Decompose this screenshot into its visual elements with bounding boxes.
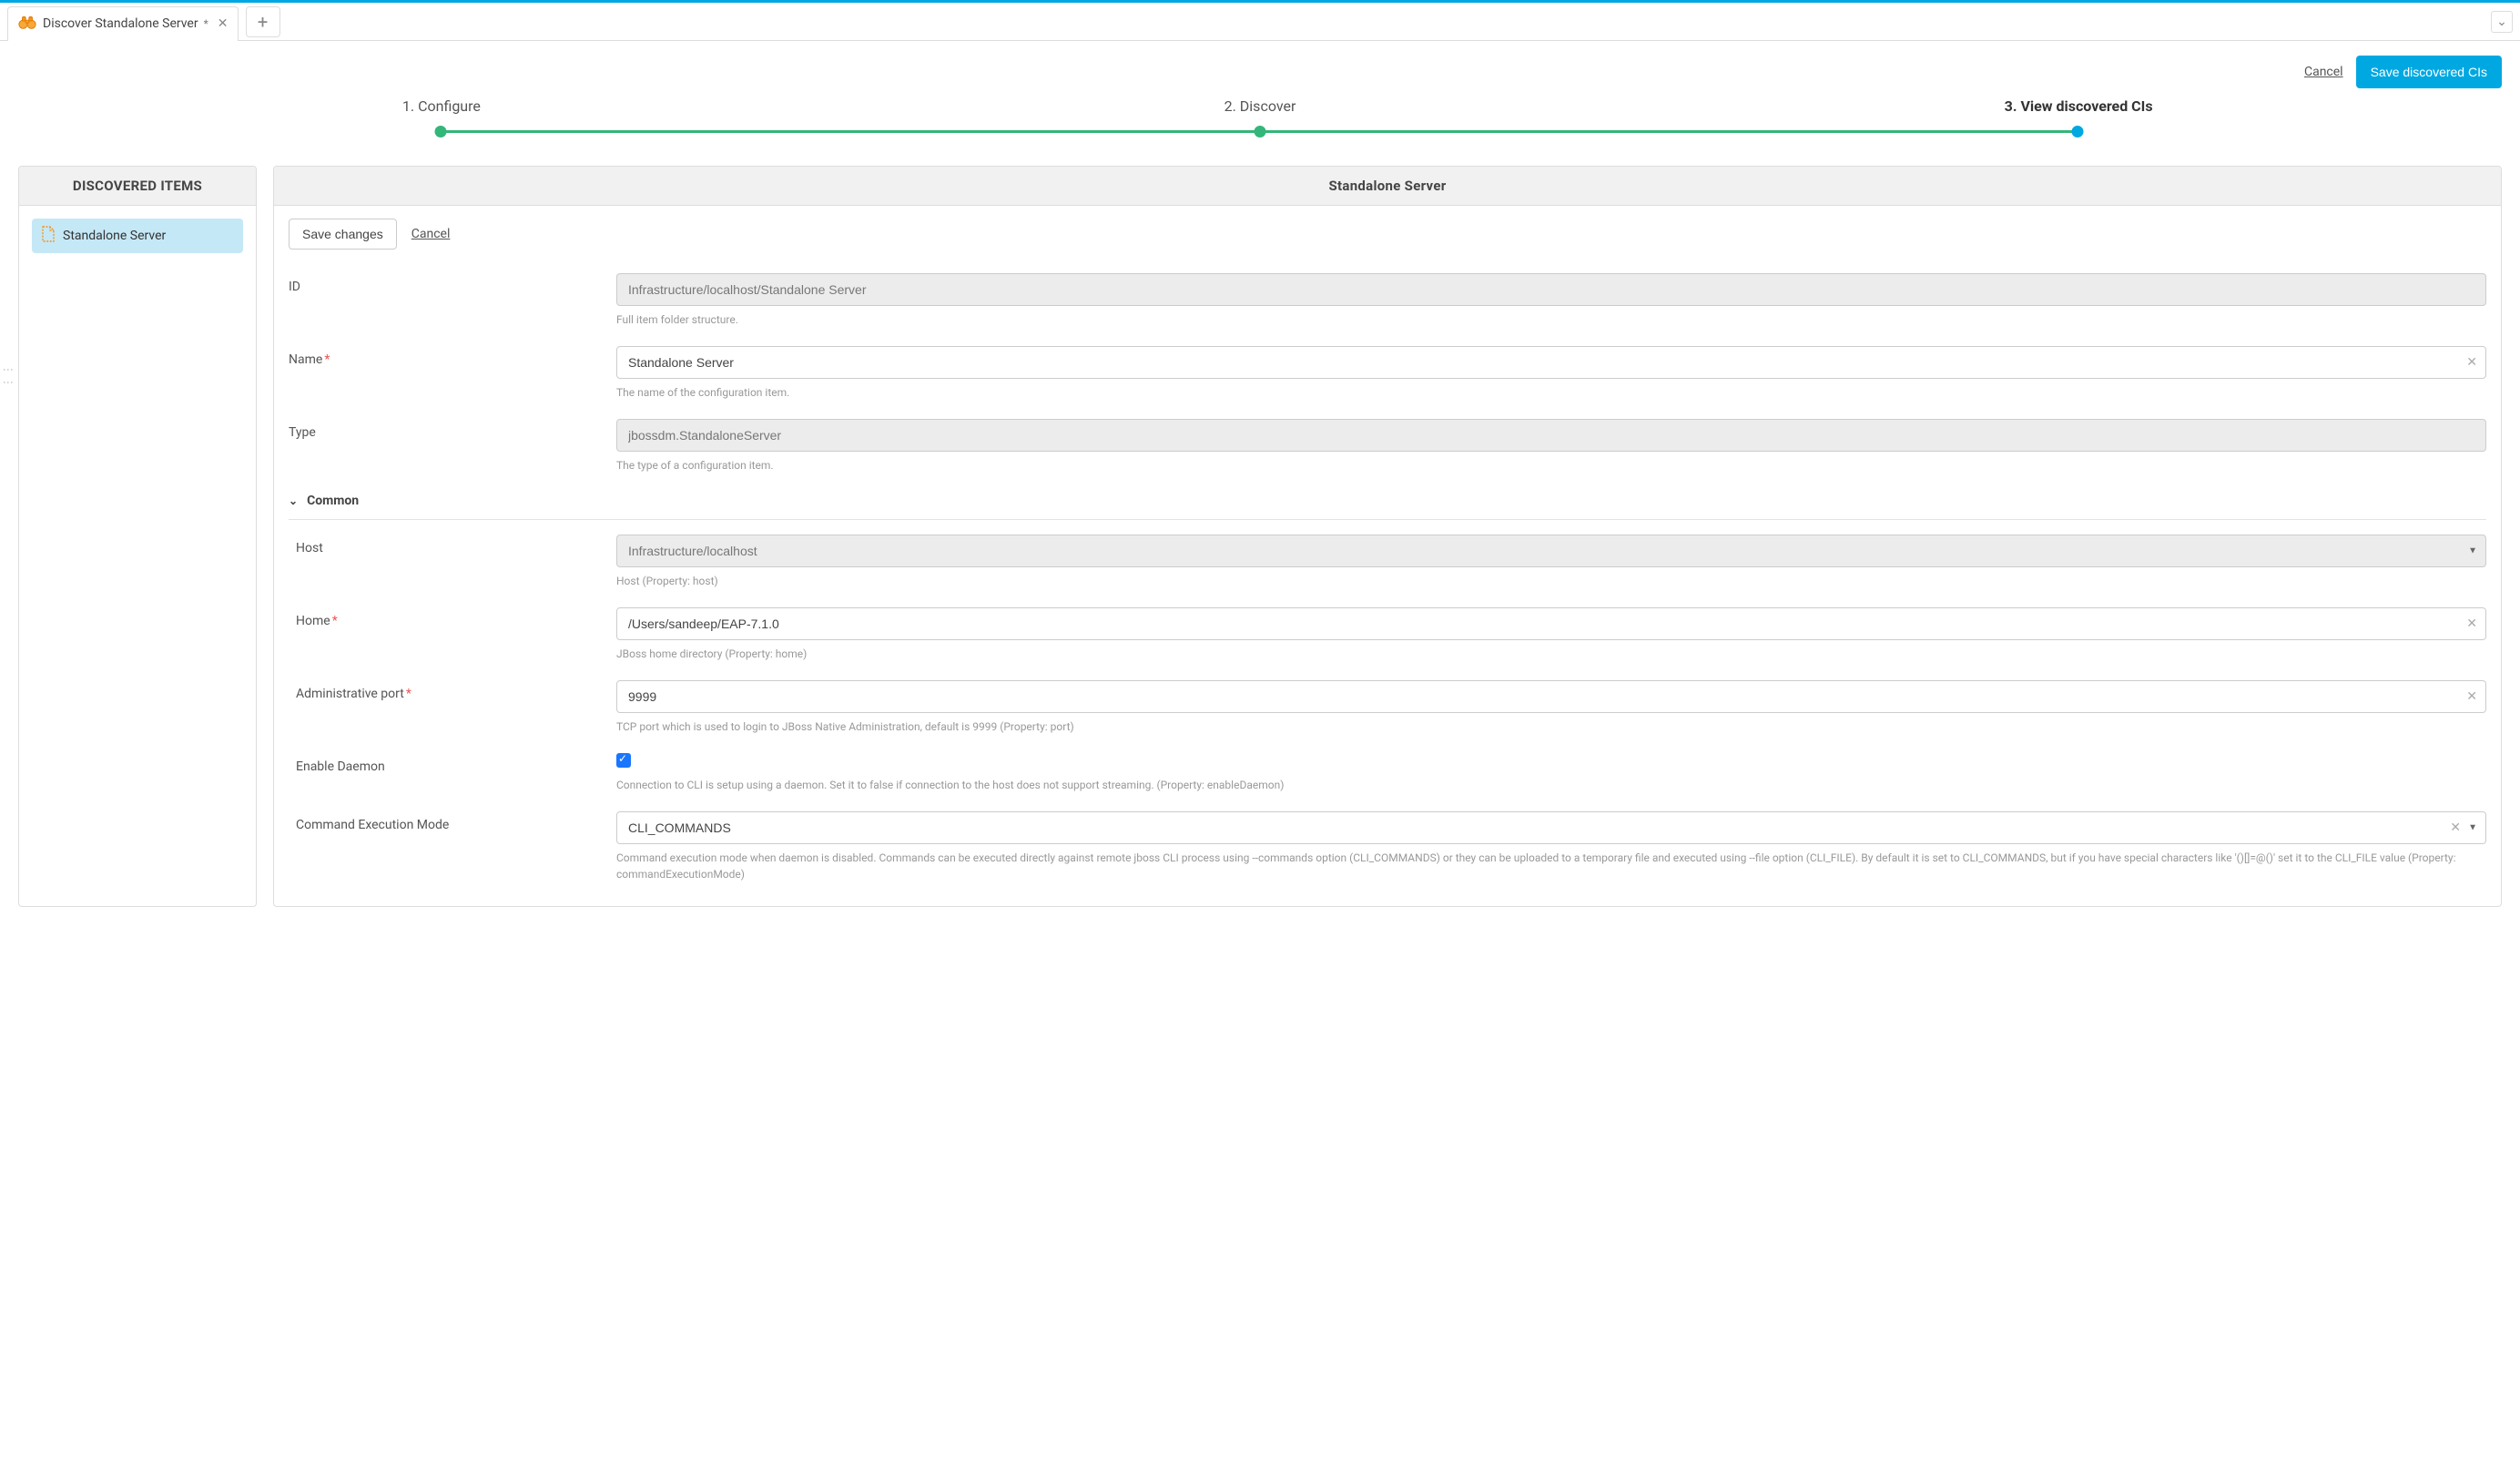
id-field <box>616 273 2486 306</box>
tab-dirty-indicator: * <box>204 17 208 30</box>
file-icon <box>41 226 56 246</box>
tab-discover[interactable]: Discover Standalone Server * ✕ <box>7 6 239 41</box>
label-id: ID <box>289 273 616 294</box>
help-daemon: Connection to CLI is setup using a daemo… <box>616 777 2486 793</box>
home-field[interactable] <box>616 607 2486 640</box>
clear-port-icon[interactable]: ✕ <box>2466 689 2477 704</box>
discovered-items-panel: DISCOVERED ITEMS Standalone Server <box>18 166 257 907</box>
label-daemon: Enable Daemon <box>289 753 616 774</box>
type-field <box>616 419 2486 452</box>
tab-expand-button[interactable]: ⌄ <box>2491 11 2513 33</box>
name-field[interactable] <box>616 346 2486 379</box>
help-home: JBoss home directory (Property: home) <box>616 646 2486 662</box>
binoculars-icon <box>17 12 37 36</box>
label-port: Administrative port* <box>289 680 616 701</box>
close-icon[interactable]: ✕ <box>218 16 229 31</box>
enable-daemon-checkbox[interactable] <box>616 753 631 768</box>
sidebar-item-label: Standalone Server <box>63 229 166 243</box>
add-tab-button[interactable]: + <box>246 6 280 37</box>
help-type: The type of a configuration item. <box>616 457 2486 474</box>
host-field[interactable] <box>616 535 2486 567</box>
clear-name-icon[interactable]: ✕ <box>2466 355 2477 370</box>
port-field[interactable] <box>616 680 2486 713</box>
wizard-stepper: 1. Configure 2. Discover 3. View discove… <box>33 97 2487 138</box>
main-panel-title: Standalone Server <box>274 167 2501 206</box>
step-dot-2 <box>1255 126 1266 138</box>
label-home: Home* <box>289 607 616 628</box>
help-port: TCP port which is used to login to JBoss… <box>616 718 2486 735</box>
chevron-down-icon: ⌄ <box>289 494 298 507</box>
form-cancel-link[interactable]: Cancel <box>412 227 451 241</box>
main-panel: Standalone Server Save changes Cancel ID… <box>273 166 2502 907</box>
label-type: Type <box>289 419 616 440</box>
tab-title: Discover Standalone Server <box>43 16 198 31</box>
help-id: Full item folder structure. <box>616 311 2486 328</box>
tab-bar: Discover Standalone Server * ✕ + ⌄ <box>0 3 2520 41</box>
save-changes-button[interactable]: Save changes <box>289 219 397 250</box>
step-dot-1 <box>434 126 446 138</box>
help-host: Host (Property: host) <box>616 573 2486 589</box>
cancel-link[interactable]: Cancel <box>2304 65 2343 79</box>
section-common-label: Common <box>307 494 359 508</box>
step-discover[interactable]: 2. Discover <box>851 97 1669 115</box>
discovered-items-title: DISCOVERED ITEMS <box>19 167 256 206</box>
label-host: Host <box>289 535 616 555</box>
section-common-toggle[interactable]: ⌄ Common <box>289 483 2486 520</box>
help-name: The name of the configuration item. <box>616 384 2486 401</box>
save-discovered-cis-button[interactable]: Save discovered CIs <box>2356 56 2502 88</box>
step-dot-3 <box>2071 126 2083 138</box>
clear-home-icon[interactable]: ✕ <box>2466 616 2477 631</box>
left-grip-icon: ⋮⋮ <box>2 364 15 390</box>
help-cmdmode: Command execution mode when daemon is di… <box>616 850 2486 882</box>
clear-cmdmode-icon[interactable]: ✕ <box>2450 820 2461 835</box>
step-configure[interactable]: 1. Configure <box>33 97 850 115</box>
label-name: Name* <box>289 346 616 367</box>
cmdmode-field[interactable] <box>616 811 2486 844</box>
label-cmdmode: Command Execution Mode <box>289 811 616 832</box>
step-view-cis[interactable]: 3. View discovered CIs <box>1670 97 2487 115</box>
sidebar-item-standalone-server[interactable]: Standalone Server <box>32 219 243 253</box>
